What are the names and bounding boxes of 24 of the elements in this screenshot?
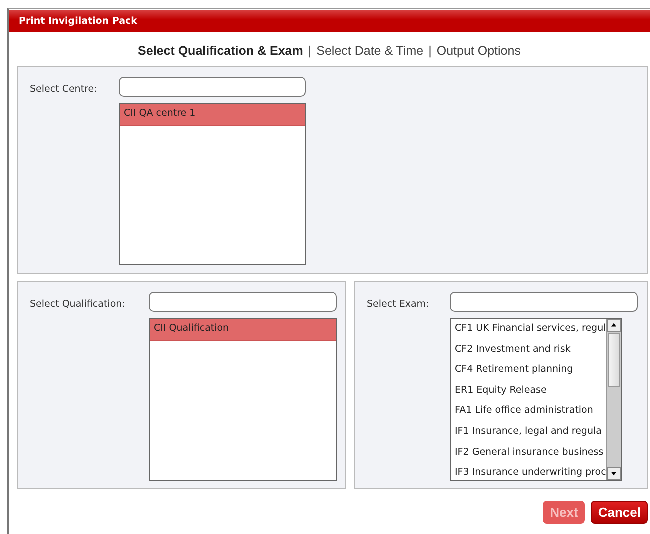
centre-search-field[interactable] (119, 77, 306, 97)
scrollbar[interactable] (606, 319, 621, 480)
field-label: Select Centre: (30, 83, 98, 97)
list-item[interactable]: CF2 Investment and risk (451, 340, 606, 360)
list-item[interactable]: CF1 UK Financial services, regul (451, 319, 606, 340)
list-item[interactable]: CII Qualification (150, 319, 336, 341)
separator: | (308, 44, 312, 58)
separator: | (428, 44, 432, 58)
qualification-search-field[interactable] (149, 292, 337, 312)
window-title: Print Invigilation Pack (9, 10, 650, 32)
list-item[interactable]: CII QA centre 1 (120, 104, 305, 126)
field-label: Select Qualification: (30, 298, 126, 312)
list-item[interactable]: IF1 Insurance, legal and regula (451, 422, 606, 443)
field-label: Select Exam: (367, 298, 430, 312)
cancel-button[interactable]: Cancel (591, 501, 648, 524)
wizard-step[interactable]: Output Options (436, 44, 521, 58)
list-item[interactable]: ER1 Equity Release (451, 380, 606, 402)
wizard-step[interactable]: Select Date & Time (316, 44, 424, 58)
list-item[interactable]: IF2 General insurance business (451, 442, 606, 464)
list-item[interactable]: FA1 Life office administration (451, 401, 606, 422)
exam-search-field[interactable] (450, 292, 638, 312)
list-item[interactable]: CF4 Retirement planning (451, 360, 606, 381)
list-item[interactable]: IF3 Insurance underwriting proc (451, 463, 606, 480)
wizard-step[interactable]: Select Qualification & Exam (138, 44, 304, 58)
